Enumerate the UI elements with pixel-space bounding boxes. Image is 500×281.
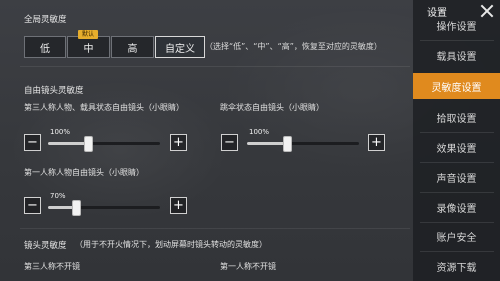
sidebar-item-vehicle[interactable]: 载具设置 <box>413 42 500 68</box>
tpp-no-scope-label: 第三人称不开镜 <box>24 262 80 271</box>
fpp-free-camera-slider[interactable] <box>48 200 160 216</box>
camera-sensitivity-desc: （用于不开火情况下，划动屏幕时镜头转动的灵敏度） <box>75 240 267 249</box>
sidebar-item-label: 灵敏度设置 <box>431 82 482 94</box>
sidebar-item-sensitivity[interactable]: 灵敏度设置 <box>413 73 500 99</box>
sidebar-item-audio[interactable]: 声音设置 <box>413 164 500 190</box>
tpp-free-camera-value: 100% <box>50 128 71 136</box>
minus-icon: − <box>27 135 38 150</box>
divider <box>20 228 410 229</box>
fpp-no-scope-label: 第一人称不开镜 <box>220 262 276 271</box>
parachute-free-camera-minus-button[interactable]: − <box>221 134 238 151</box>
preset-custom-label: 自定义 <box>165 43 195 55</box>
sidebar-divider <box>420 192 494 193</box>
minus-icon: − <box>27 198 38 213</box>
parachute-free-camera-label: 跳伞状态自由镜头（小眼睛） <box>220 103 324 112</box>
sidebar-item-label: 录像设置 <box>436 203 477 215</box>
sidebar-item-label: 声音设置 <box>436 173 477 185</box>
sidebar-item-controls[interactable]: 操作设置 <box>413 12 500 38</box>
sensitivity-panel: 全局灵敏度 低 默认 中 高 自定义 （选择“低”、“中”、“高”，恢复至对应的… <box>0 0 413 281</box>
global-sensitivity-title: 全局灵敏度 <box>24 15 67 25</box>
sidebar-divider <box>420 40 494 41</box>
slider-thumb[interactable] <box>72 200 81 216</box>
divider <box>20 66 410 67</box>
sidebar-item-label: 操作设置 <box>436 21 477 33</box>
sidebar-item-label: 拾取设置 <box>436 113 477 125</box>
sidebar-item-pickup[interactable]: 拾取设置 <box>413 104 500 130</box>
tpp-free-camera-plus-button[interactable]: + <box>170 134 187 151</box>
preset-low-label: 低 <box>40 43 50 55</box>
free-camera-title: 自由镜头灵敏度 <box>24 86 84 96</box>
plus-icon: + <box>371 135 382 150</box>
slider-fill <box>48 142 87 145</box>
tpp-free-camera-slider[interactable] <box>48 136 160 152</box>
fpp-free-camera-plus-button[interactable]: + <box>170 197 187 214</box>
preset-high-button[interactable]: 高 <box>111 36 154 58</box>
fpp-free-camera-label: 第一人称人物自由镜头（小眼睛） <box>24 168 144 177</box>
default-badge: 默认 <box>78 30 99 39</box>
sidebar-item-account[interactable]: 账户安全 <box>413 223 500 249</box>
slider-fill <box>247 142 286 145</box>
plus-icon: + <box>173 135 184 150</box>
sidebar-item-downloads[interactable]: 资源下载 <box>413 253 500 279</box>
preset-low-button[interactable]: 低 <box>24 36 66 58</box>
parachute-free-camera-slider[interactable] <box>247 136 359 152</box>
tpp-free-camera-minus-button[interactable]: − <box>24 134 41 151</box>
minus-icon: − <box>224 135 235 150</box>
fpp-free-camera-value: 70% <box>50 192 66 200</box>
sidebar-item-recording[interactable]: 录像设置 <box>413 194 500 220</box>
preset-medium-button[interactable]: 默认 中 <box>67 30 110 58</box>
fpp-free-camera-minus-button[interactable]: − <box>24 197 41 214</box>
sidebar-item-label: 效果设置 <box>436 143 477 155</box>
camera-sensitivity-title: 镜头灵敏度 <box>24 241 67 251</box>
preset-medium-label: 中 <box>83 43 94 55</box>
preset-custom-button[interactable]: 自定义 <box>155 36 205 58</box>
sidebar-divider <box>420 132 494 133</box>
tpp-free-camera-label: 第三人称人物、载具状态自由镜头（小眼睛） <box>24 103 184 112</box>
preset-group: 低 默认 中 高 自定义 <box>24 30 206 58</box>
parachute-free-camera-plus-button[interactable]: + <box>368 134 385 151</box>
sidebar-divider <box>420 251 494 252</box>
slider-thumb[interactable] <box>84 136 93 152</box>
sidebar-item-effects[interactable]: 效果设置 <box>413 134 500 160</box>
preset-hint: （选择“低”、“中”、“高”，恢复至对应的灵敏度） <box>205 42 382 51</box>
slider-fill <box>48 206 75 209</box>
sidebar-item-label: 账户安全 <box>436 232 477 244</box>
sidebar-item-label: 资源下载 <box>436 262 477 274</box>
sidebar-divider <box>420 162 494 163</box>
parachute-free-camera-value: 100% <box>249 128 270 136</box>
slider-thumb[interactable] <box>283 136 292 152</box>
preset-high-label: 高 <box>127 43 138 55</box>
sidebar-item-label: 载具设置 <box>436 51 477 63</box>
plus-icon: + <box>173 198 184 213</box>
